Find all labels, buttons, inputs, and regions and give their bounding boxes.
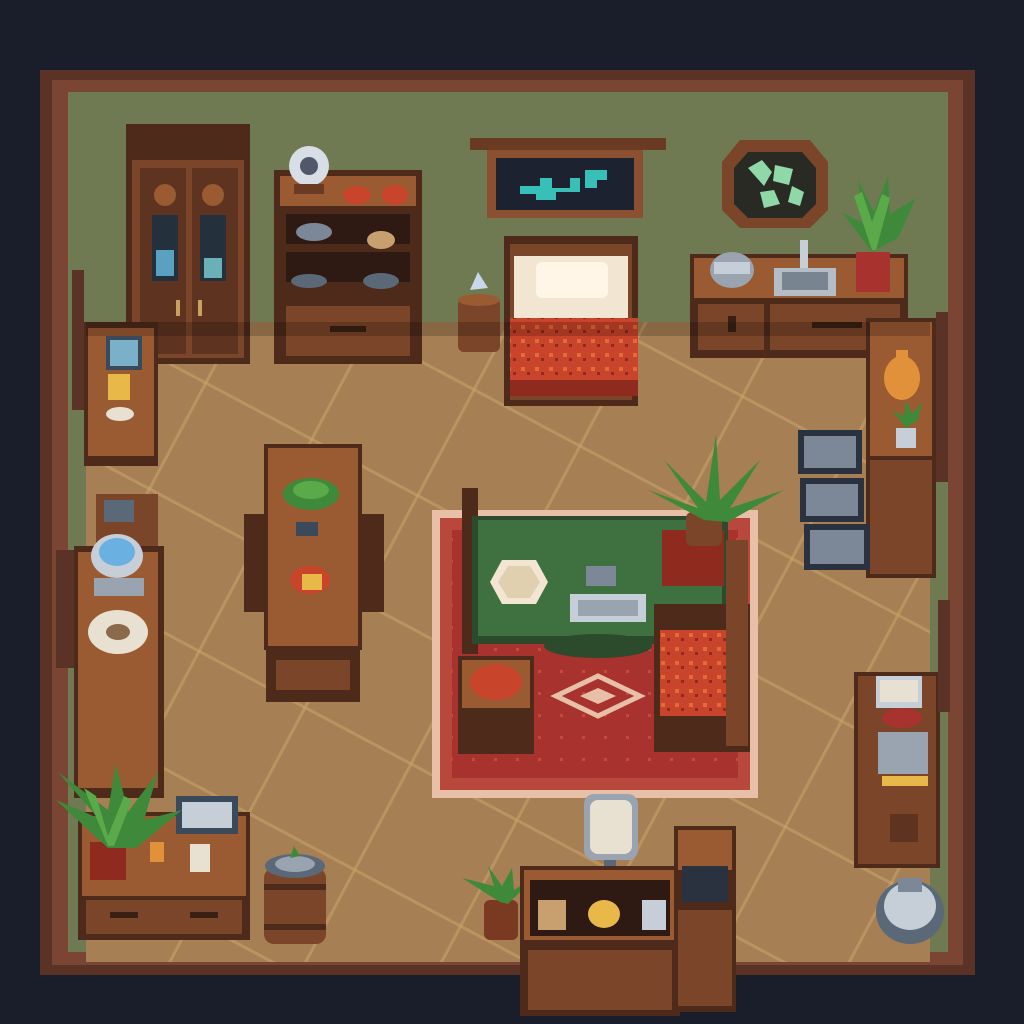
barrel[interactable] [264, 846, 326, 944]
chair-left[interactable] [458, 656, 534, 754]
room-canvas [40, 70, 975, 1016]
storage-crates[interactable] [798, 430, 870, 570]
wall-crystal-art[interactable] [722, 140, 828, 228]
bottom-cabinet[interactable] [520, 866, 680, 1016]
room-scene [0, 0, 1024, 1024]
right-cabinet[interactable] [866, 312, 948, 578]
wall-map[interactable] [470, 138, 666, 218]
bed[interactable] [504, 236, 638, 406]
side-cabinet[interactable] [674, 826, 736, 1012]
